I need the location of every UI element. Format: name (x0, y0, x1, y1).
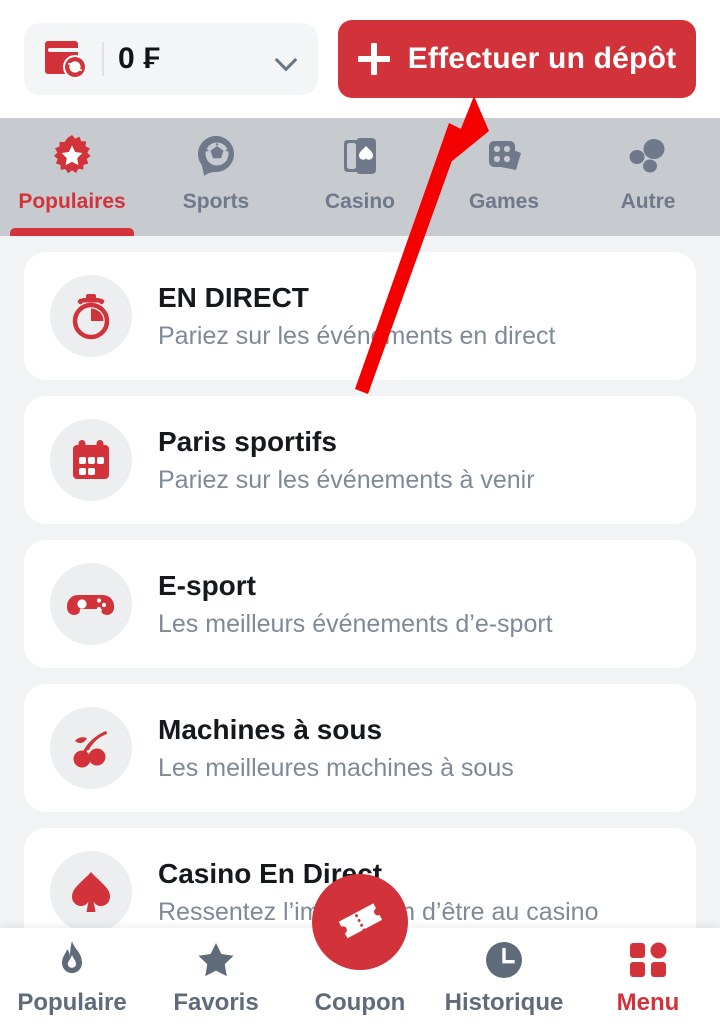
list-item-machines-a-sous[interactable]: Machines à sous Les meilleures machines … (24, 684, 696, 812)
nav-item-favoris-label: Favoris (173, 989, 259, 1016)
playing-cards-icon (334, 132, 386, 180)
list-item-text: Machines à sous Les meilleures machines … (158, 714, 514, 783)
category-tab-bar: Populaires Sports Casino Games Autre (0, 118, 720, 236)
gamepad-icon (50, 563, 132, 645)
clock-icon (483, 939, 525, 981)
list-item-title: Machines à sous (158, 713, 383, 745)
flame-icon (51, 939, 93, 981)
three-circles-icon (622, 132, 674, 180)
dice-icon (478, 132, 530, 180)
tab-games-label: Games (468, 190, 540, 213)
active-tab-indicator (10, 228, 134, 236)
list-item-e-sport[interactable]: E-sport Les meilleurs événements d’e-spo… (24, 540, 696, 668)
grid-icon (627, 939, 669, 981)
list-item-paris-sportifs[interactable]: Paris sportifs Pariez sur les événements… (24, 396, 696, 524)
nav-item-populaire-label: Populaire (17, 989, 127, 1016)
tab-autre[interactable]: Autre (576, 118, 720, 236)
nav-item-menu[interactable]: Menu (576, 928, 720, 1028)
ticket-icon (332, 892, 388, 953)
tab-autre-label: Autre (620, 190, 676, 213)
tab-sports-label: Sports (182, 190, 250, 213)
tab-sports[interactable]: Sports (144, 118, 288, 236)
list-item-subtitle: Les meilleures machines à sous (158, 753, 514, 782)
nav-item-historique-label: Historique (444, 989, 564, 1016)
nav-item-populaire[interactable]: Populaire (0, 928, 144, 1028)
list-item-text: Paris sportifs Pariez sur les événements… (158, 426, 535, 495)
list-item-title: EN DIRECT (158, 281, 309, 313)
app-root: 0 ₣ Effectuer un dépôt Populaires Sports… (0, 0, 720, 1028)
plus-icon (357, 43, 390, 75)
list-item-text: EN DIRECT Pariez sur les événements en d… (158, 282, 555, 351)
nav-item-coupon-label: Coupon (314, 989, 406, 1016)
deposit-button[interactable]: Effectuer un dépôt (338, 20, 696, 98)
list-item-en-direct[interactable]: EN DIRECT Pariez sur les événements en d… (24, 252, 696, 380)
cherries-icon (50, 707, 132, 789)
balance-pill[interactable]: 0 ₣ (24, 23, 318, 95)
list-item-title: E-sport (158, 569, 256, 601)
deposit-button-label: Effectuer un dépôt (407, 42, 677, 75)
stopwatch-icon (50, 275, 132, 357)
star-icon (195, 939, 237, 981)
soccer-ball-icon (190, 132, 242, 180)
wallet-refresh-icon (42, 38, 88, 80)
chevron-down-icon[interactable] (274, 46, 300, 72)
nav-item-historique[interactable]: Historique (432, 928, 576, 1028)
tab-populaires[interactable]: Populaires (0, 118, 144, 236)
list-item-subtitle: Les meilleurs événements d’e-sport (158, 609, 553, 638)
coupon-fab-button[interactable] (312, 874, 408, 970)
nav-item-favoris[interactable]: Favoris (144, 928, 288, 1028)
balance-divider (102, 42, 104, 76)
tab-casino-label: Casino (324, 190, 395, 213)
tab-populaires-label: Populaires (18, 190, 126, 213)
tab-games[interactable]: Games (432, 118, 576, 236)
starburst-badge-icon (46, 132, 98, 180)
tab-casino[interactable]: Casino (288, 118, 432, 236)
nav-item-menu-label: Menu (616, 989, 680, 1016)
list-item-title: Paris sportifs (158, 425, 337, 457)
list-item-subtitle: Pariez sur les événements à venir (158, 465, 535, 494)
spade-icon (50, 851, 132, 933)
calendar-icon (50, 419, 132, 501)
balance-amount: 0 ₣ (118, 42, 161, 75)
top-bar: 0 ₣ Effectuer un dépôt (0, 0, 720, 118)
list-item-subtitle: Pariez sur les événements en direct (158, 321, 556, 350)
list-item-text: E-sport Les meilleurs événements d’e-spo… (158, 570, 553, 639)
